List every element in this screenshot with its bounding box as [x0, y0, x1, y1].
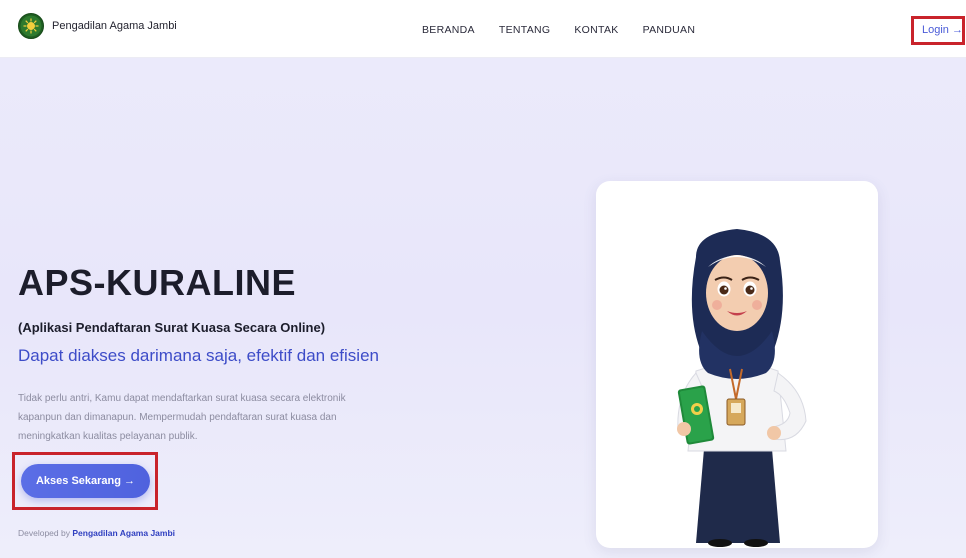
- nav-beranda[interactable]: BERANDA: [422, 24, 475, 36]
- main-nav: BERANDA TENTANG KONTAK PANDUAN: [422, 24, 719, 36]
- hero-tagline: Dapat diakses darimana saja, efektif dan…: [18, 346, 379, 365]
- hijab-woman-mascot-icon: [677, 229, 807, 547]
- akses-sekarang-button[interactable]: Akses Sekarang →: [21, 464, 150, 498]
- login-button[interactable]: Login →: [922, 24, 963, 36]
- brand-name: Pengadilan Agama Jambi: [52, 20, 177, 32]
- nav-tentang[interactable]: TENTANG: [499, 24, 551, 36]
- top-navbar: Pengadilan Agama Jambi BERANDA TENTANG K…: [0, 0, 966, 58]
- credit-link[interactable]: Pengadilan Agama Jambi: [72, 528, 175, 538]
- nav-kontak[interactable]: KONTAK: [574, 24, 618, 36]
- credit-prefix: Developed by: [18, 528, 70, 538]
- nav-panduan[interactable]: PANDUAN: [643, 24, 696, 36]
- brand[interactable]: Pengadilan Agama Jambi: [18, 13, 177, 39]
- footer-credit: Developed by Pengadilan Agama Jambi: [18, 528, 175, 538]
- cta-highlight-box: Akses Sekarang →: [12, 452, 158, 510]
- court-emblem-icon: [18, 13, 44, 39]
- hero-description: Tidak perlu antri, Kamu dapat mendaftark…: [18, 393, 346, 442]
- illustration-card: [596, 181, 878, 548]
- login-highlight-box: Login →: [911, 16, 965, 45]
- hero-title: APS-KURALINE: [18, 262, 297, 303]
- hero-subtitle: (Aplikasi Pendaftaran Surat Kuasa Secara…: [18, 320, 326, 335]
